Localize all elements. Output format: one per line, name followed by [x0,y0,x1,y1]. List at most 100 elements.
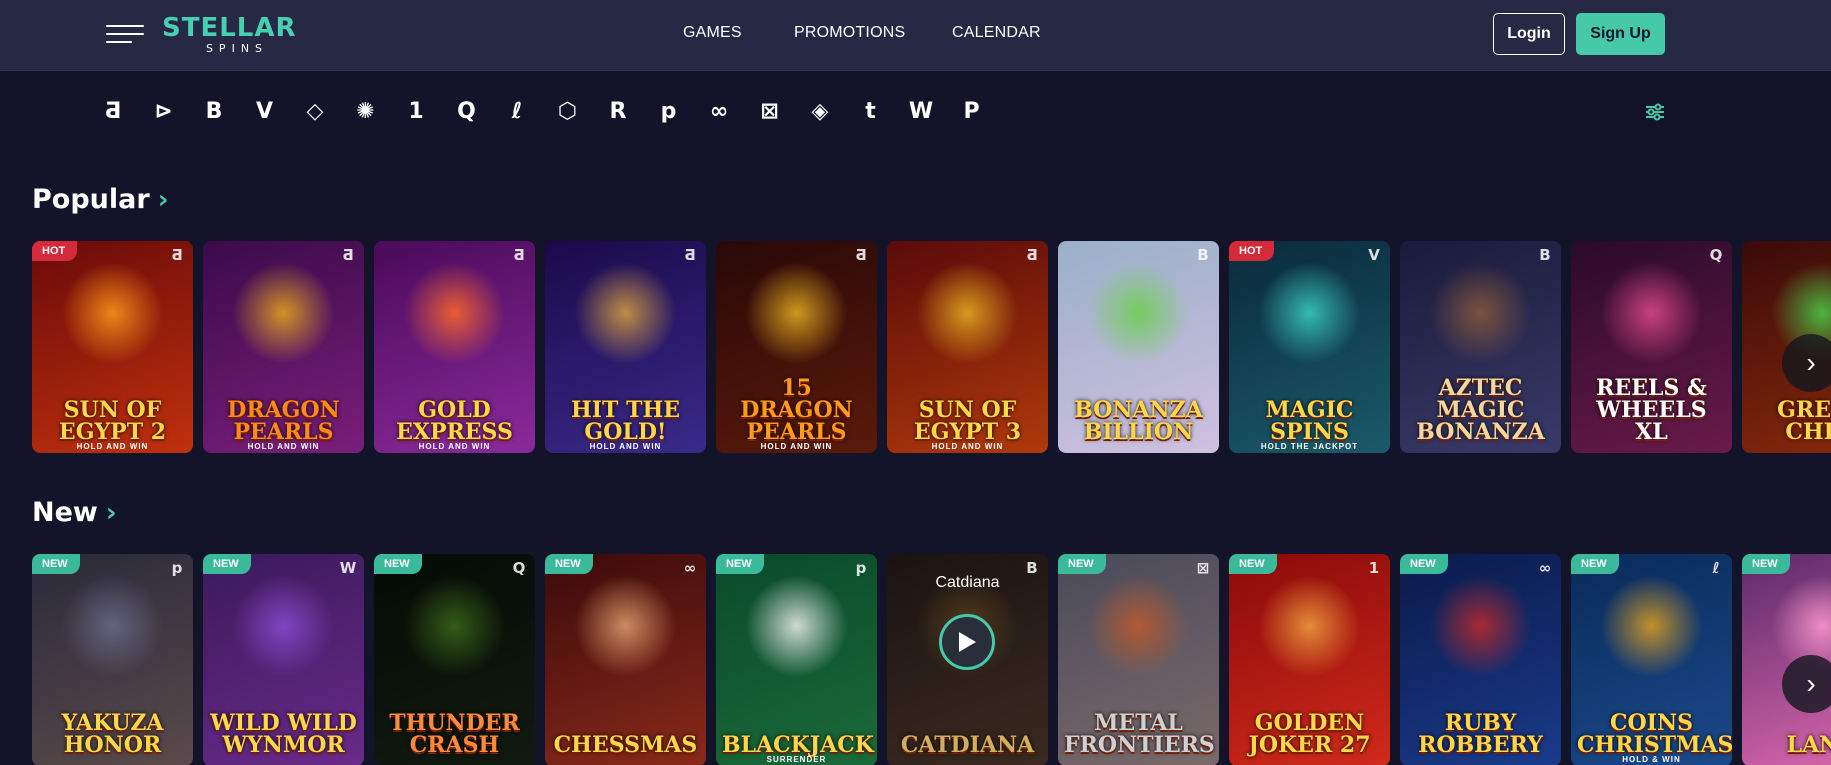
play-icon [959,632,976,652]
game-card[interactable]: BLACKJACK SURRENDER NEW p [716,554,877,765]
game-card[interactable]: CATDIANA B Catdiana [887,554,1048,765]
game-card[interactable]: BONANZA BILLION B [1058,241,1219,453]
provider-logo-icon: ℓ [1712,559,1720,577]
provider-logo-icon[interactable]: R [603,96,633,126]
provider-logo-icon[interactable]: ℓ [502,96,532,126]
game-card[interactable]: COINS CHRISTMAS HOLD & WIN NEW ℓ [1571,554,1732,765]
provider-logo-icon: Ƌ [171,246,183,264]
provider-logo-icon: Ƌ [342,246,354,264]
game-card[interactable]: SUN OF EGYPT 3 HOLD AND WIN Ƌ [887,241,1048,453]
provider-logo-icon[interactable]: V [250,96,280,126]
game-card[interactable]: YAKUZA HONOR NEW p [32,554,193,765]
provider-logo-icon[interactable]: Q [452,96,482,126]
game-card[interactable]: GOLDEN JOKER 27 NEW 1 [1229,554,1390,765]
chevron-right-icon: › [157,184,169,215]
nav-calendar[interactable]: CALENDAR [952,24,1041,42]
game-card[interactable]: MAGIC SPINS HOLD THE JACKPOT HOT V [1229,241,1390,453]
game-artwork [60,575,164,677]
game-subtitle: HOLD & WIN [1622,755,1681,764]
provider-logo-icon[interactable]: ◈ [805,96,835,126]
provider-logo-icon[interactable]: Ƌ [98,96,128,126]
site-logo[interactable]: STELLAR SPINS [162,13,322,55]
filter-settings-icon[interactable] [1643,100,1667,124]
game-artwork [1428,575,1532,677]
nav-games[interactable]: GAMES [683,24,742,42]
provider-logo-icon: B [1539,246,1551,264]
hot-badge: HOT [32,241,78,261]
provider-logo-icon: W [339,559,357,577]
game-title: LAND [1786,732,1831,758]
game-title: AZTEC MAGIC BONANZA [1416,375,1545,445]
logo-text-top: STELLAR [162,13,297,43]
new-section-title[interactable]: New › [32,497,117,528]
provider-logo-icon[interactable]: t [856,96,886,126]
game-subtitle: HOLD AND WIN [76,442,149,451]
game-artwork [1599,262,1703,364]
game-title: RUBY ROBBERY [1418,710,1543,758]
game-title: GOLD EXPRESS [396,397,513,445]
game-card[interactable]: THUNDER CRASH NEW Q [374,554,535,765]
provider-logo-icon[interactable]: ⊳ [149,96,179,126]
game-artwork [1599,575,1703,677]
game-artwork [231,262,335,364]
provider-filter-bar: Ƌ ⊳ B V ◇ ✺ 1 Qℓ ⬡ Rp ∞ ⊠ ◈ t W P [0,88,1831,134]
provider-logo-icon: ⊠ [1196,559,1210,577]
popular-games-row: SUN OF EGYPT 2 HOLD AND WIN HOT Ƌ DRAGON PEA… [0,241,1831,455]
popular-next-button[interactable]: › [1782,334,1831,392]
game-card[interactable]: WILD WILD WYNMOR NEW W [203,554,364,765]
game-card[interactable]: RUBY ROBBERY NEW ∞ [1400,554,1561,765]
play-button[interactable] [939,614,995,670]
game-artwork [1257,262,1361,364]
provider-logo-icon[interactable]: ∞ [704,96,734,126]
game-card[interactable]: DRAGON PEARLS HOLD AND WIN Ƌ [203,241,364,453]
game-card[interactable]: REELS & WHEELS XL Q [1571,241,1732,453]
game-title: BLACKJACK [722,732,874,758]
game-card[interactable]: METAL FRONTIERS NEW ⊠ [1058,554,1219,765]
chevron-right-icon: › [105,497,117,528]
provider-logo-icon[interactable]: 1 [401,96,431,126]
logo-text-bottom: SPINS [205,42,269,55]
new-badge: NEW [32,554,80,574]
provider-logo-icon[interactable]: ✺ [351,96,381,126]
hover-game-name: Catdiana [935,574,1000,591]
new-badge: NEW [1571,554,1619,574]
signup-button[interactable]: Sign Up [1576,13,1665,55]
new-badge: NEW [203,554,251,574]
provider-logo-icon[interactable]: p [654,96,684,126]
provider-logo-icon[interactable]: ⊠ [755,96,785,126]
game-artwork [1086,575,1190,677]
game-card[interactable]: CHESSMAS NEW ∞ [545,554,706,765]
game-card[interactable]: 15 DRAGON PEARLS HOLD AND WIN Ƌ [716,241,877,453]
provider-logo-icon: ∞ [683,559,697,577]
provider-logo-icon[interactable]: W [906,96,936,126]
nav-promotions[interactable]: PROMOTIONS [794,24,905,42]
game-card[interactable]: AZTEC MAGIC BONANZA B [1400,241,1561,453]
game-title: MAGIC SPINS [1265,397,1354,445]
provider-logo-icon: Q [1709,246,1723,264]
game-artwork [402,575,506,677]
menu-icon[interactable] [106,23,144,45]
game-subtitle: HOLD AND WIN [589,442,662,451]
provider-logo-icon: p [855,559,867,577]
popular-title-text: Popular [32,184,150,215]
game-title: THUNDER CRASH [389,710,520,758]
new-badge: NEW [1400,554,1448,574]
provider-logo-icon[interactable]: ⬡ [553,96,583,126]
provider-logo-icon[interactable]: P [957,96,987,126]
game-card[interactable]: HIT THE GOLD! HOLD AND WIN Ƌ [545,241,706,453]
new-next-button[interactable]: › [1782,655,1831,713]
game-artwork [402,262,506,364]
new-badge: NEW [374,554,422,574]
game-artwork [231,575,335,677]
popular-section-title[interactable]: Popular › [32,184,168,215]
provider-logo-icon[interactable]: ◇ [300,96,330,126]
game-card[interactable]: GOLD EXPRESS HOLD AND WIN Ƌ [374,241,535,453]
game-artwork [744,262,848,364]
login-button[interactable]: Login [1493,13,1565,55]
game-card[interactable]: SUN OF EGYPT 2 HOLD AND WIN HOT Ƌ [32,241,193,453]
provider-logo-icon: Ƌ [684,246,696,264]
game-subtitle: HOLD AND WIN [247,442,320,451]
game-title: BONANZA BILLION [1074,397,1203,445]
game-title: CHESSMAS [553,732,698,758]
provider-logo-icon[interactable]: B [199,96,229,126]
